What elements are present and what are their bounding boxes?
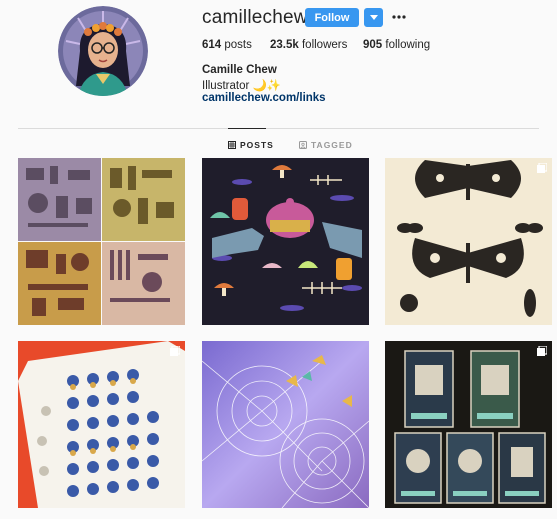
- multiple-photos-icon: [537, 163, 547, 173]
- chevron-down-icon: [369, 14, 378, 20]
- full-name: Camille Chew: [202, 64, 277, 76]
- posts-count: 614: [202, 39, 222, 51]
- posts-stat: 614 posts: [202, 39, 252, 51]
- post-thumbnail[interactable]: [18, 341, 185, 508]
- post-thumbnail[interactable]: [202, 158, 369, 325]
- multiple-photos-icon: [537, 346, 547, 356]
- posts-label: posts: [224, 39, 252, 51]
- tab-posts-label: POSTS: [240, 140, 274, 150]
- followers-label: followers: [301, 39, 348, 51]
- active-tab-indicator: [228, 128, 266, 129]
- tab-tagged-label: TAGGED: [311, 140, 353, 150]
- following-label: following: [385, 39, 431, 51]
- more-icon: [392, 15, 406, 19]
- follow-button[interactable]: Follow: [305, 8, 359, 27]
- followers-count: 23.5k: [270, 39, 299, 51]
- post-thumbnail[interactable]: [202, 341, 369, 508]
- bio-text: Illustrator 🌙✨: [202, 80, 282, 92]
- tabs-divider: [18, 128, 539, 129]
- tab-posts[interactable]: POSTS: [228, 140, 274, 150]
- profile-link[interactable]: camillechew.com/links: [202, 92, 326, 104]
- more-options-button[interactable]: [390, 8, 408, 26]
- grid-icon: [228, 141, 236, 149]
- post-thumbnail[interactable]: [385, 158, 552, 325]
- followers-stat[interactable]: 23.5k followers: [270, 39, 347, 51]
- username: camillechew: [202, 7, 308, 28]
- multiple-photos-icon: [170, 346, 180, 356]
- suggestions-dropdown-button[interactable]: [364, 8, 383, 27]
- avatar: [58, 6, 148, 96]
- following-count: 905: [363, 39, 383, 51]
- tag-icon: [299, 141, 307, 149]
- post-thumbnail[interactable]: [385, 341, 552, 508]
- post-thumbnail[interactable]: [18, 158, 185, 325]
- tab-tagged[interactable]: TAGGED: [299, 140, 353, 150]
- following-stat[interactable]: 905 following: [363, 39, 430, 51]
